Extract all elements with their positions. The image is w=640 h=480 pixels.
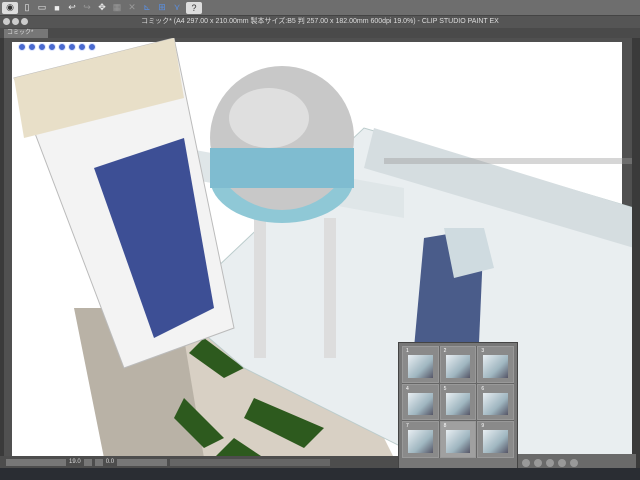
move-icon[interactable] xyxy=(28,43,36,51)
open-icon[interactable]: ▭ xyxy=(36,2,48,14)
canvas-area[interactable] xyxy=(4,38,632,456)
zoom-in-button[interactable] xyxy=(83,458,92,466)
thumb-number: 4 xyxy=(406,385,409,392)
transform-icon[interactable]: ✥ xyxy=(96,2,108,14)
reset-icon[interactable] xyxy=(88,43,96,51)
zoom-slider[interactable] xyxy=(6,458,66,466)
horizontal-scrollbar[interactable] xyxy=(170,458,331,466)
hand-icon[interactable] xyxy=(534,459,542,467)
snap-perspective-icon[interactable]: ⋎ xyxy=(171,2,183,14)
maximize-icon[interactable] xyxy=(21,18,28,25)
thumb-number: 8 xyxy=(443,423,447,430)
preset-thumb[interactable]: 8 xyxy=(439,421,477,458)
preset-thumb[interactable]: 4 xyxy=(402,383,439,421)
flip-icon[interactable] xyxy=(570,459,578,467)
rotate-left-icon[interactable] xyxy=(546,459,554,467)
preset-thumb[interactable]: 3 xyxy=(477,346,514,383)
rotate-slider[interactable] xyxy=(117,458,168,466)
canvas-illustration[interactable] xyxy=(4,38,632,456)
thumb-number: 1 xyxy=(406,348,409,354)
thumb-number: 5 xyxy=(443,385,447,392)
thumb-number: 9 xyxy=(481,423,485,430)
preset-thumb[interactable]: 9 xyxy=(477,421,514,458)
preset-thumb[interactable]: 6 xyxy=(477,383,514,421)
camera-preset-panel: 1 2 3 4 5 6 7 8 9 xyxy=(398,342,518,476)
help-icon[interactable]: ? xyxy=(186,1,202,14)
tab-comic[interactable]: コミック* xyxy=(4,29,48,38)
zoom-out-button[interactable] xyxy=(94,458,103,466)
tab-bar: コミック* xyxy=(0,28,640,38)
clear-icon[interactable]: ✕ xyxy=(126,2,138,14)
snap-grid-icon[interactable]: ⊞ xyxy=(156,2,168,14)
undo-icon[interactable]: ↩ xyxy=(66,2,78,14)
orbit-icon[interactable] xyxy=(68,43,76,51)
snap-ruler-icon[interactable]: ⊾ xyxy=(141,2,153,14)
camera-icon[interactable] xyxy=(38,43,46,51)
preset-thumb[interactable]: 1 xyxy=(402,346,439,383)
thumb-number: 2 xyxy=(443,348,447,354)
rotate-right-icon[interactable] xyxy=(558,459,566,467)
zoom-value[interactable]: 19.0 xyxy=(69,459,81,465)
angle-value[interactable]: 0.0 xyxy=(106,459,114,465)
window-title-bar: コミック* (A4 297.00 x 210.00mm 製本サイズ:B5 判 2… xyxy=(0,16,640,28)
minimize-icon[interactable] xyxy=(12,18,19,25)
window-title: コミック* (A4 297.00 x 210.00mm 製本サイズ:B5 判 2… xyxy=(141,18,499,25)
select-icon[interactable]: ▦ xyxy=(111,2,123,14)
light-icon[interactable] xyxy=(78,43,86,51)
pan-icon[interactable] xyxy=(48,43,56,51)
preset-thumb[interactable]: 7 xyxy=(402,421,439,458)
desktop-strip xyxy=(0,468,640,480)
preset-thumb[interactable]: 5 xyxy=(439,383,477,421)
thumb-number: 6 xyxy=(481,385,485,392)
save-icon[interactable]: ■ xyxy=(51,2,63,14)
zoom-icon[interactable] xyxy=(58,43,66,51)
eye-icon[interactable]: ◉ xyxy=(2,1,18,14)
rotate-icon[interactable] xyxy=(18,43,26,51)
fit-icon[interactable] xyxy=(522,459,530,467)
thumb-number: 7 xyxy=(406,423,409,430)
close-icon[interactable] xyxy=(3,18,10,25)
main-toolbar: ◉ ▯ ▭ ■ ↩ ↪ ✥ ▦ ✕ ⊾ ⊞ ⋎ ? xyxy=(0,0,640,16)
preset-thumb[interactable]: 2 xyxy=(439,346,477,383)
new-icon[interactable]: ▯ xyxy=(21,2,33,14)
canvas-nav-icons xyxy=(18,43,96,51)
thumb-number: 3 xyxy=(481,348,485,354)
status-bar: 19.0 0.0 xyxy=(0,456,398,468)
redo-icon[interactable]: ↪ xyxy=(81,2,93,14)
